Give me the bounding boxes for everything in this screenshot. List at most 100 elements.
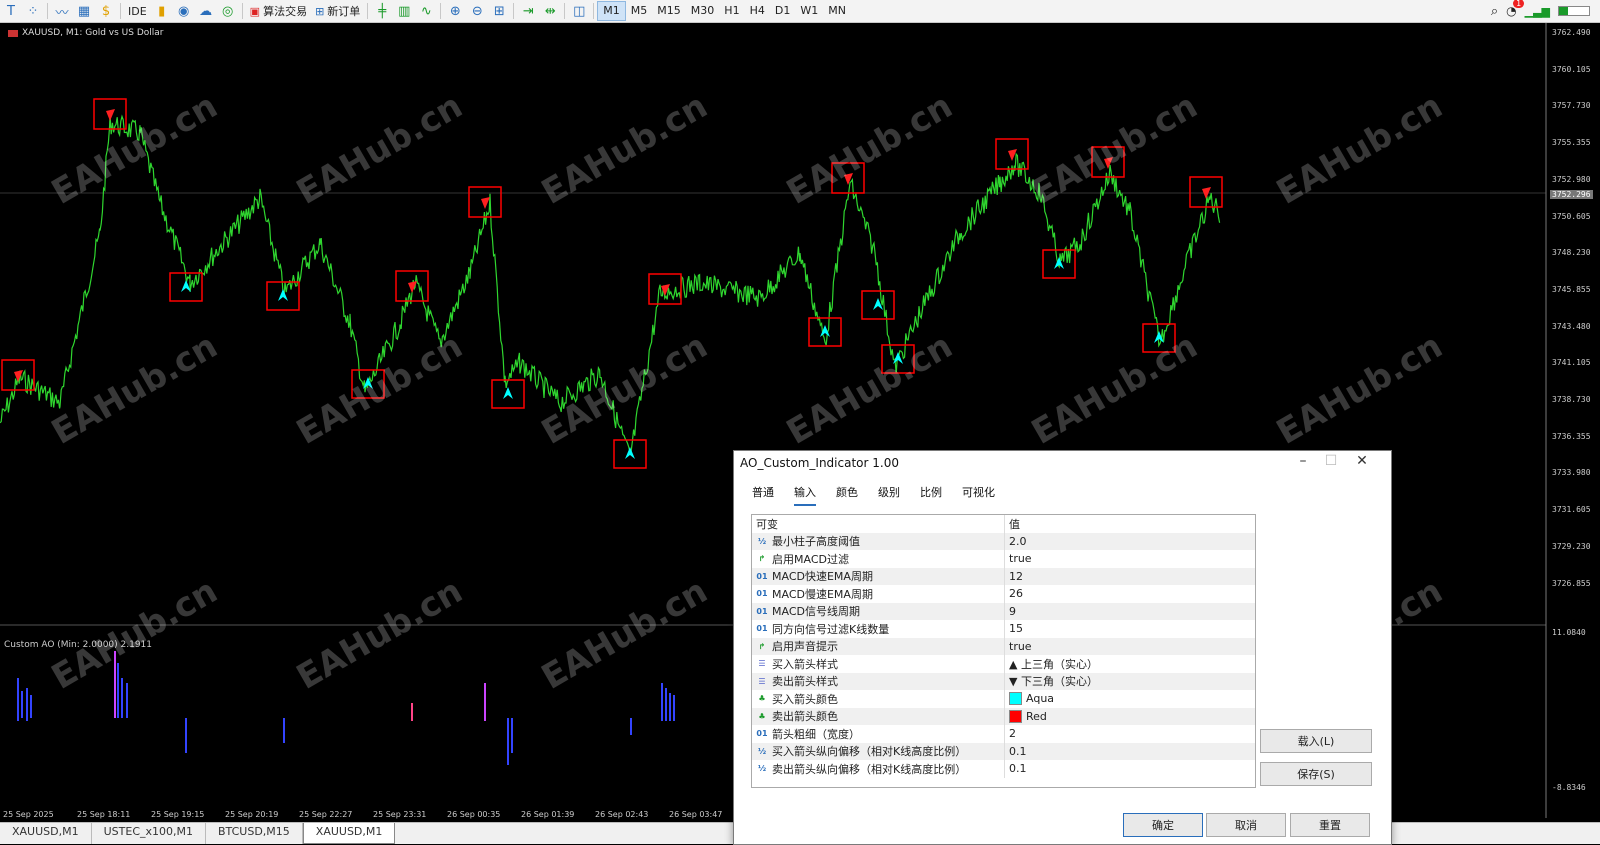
grid-icon[interactable]: ⊞ [488,1,510,21]
reset-button[interactable]: 重置 [1290,813,1370,837]
timeframe-group: M1 M5 M15 M30 H1 H4 D1 W1 MN [597,1,851,21]
param-value-cell[interactable]: 0.1 [1005,743,1255,761]
param-row[interactable]: ½ 卖出箭头纵向偏移（相对K线高度比例） 0.1 [752,760,1255,778]
price-tick-label: 3743.480 [1552,321,1591,331]
param-row[interactable]: 01 箭头粗细（宽度） 2 [752,725,1255,743]
param-value-cell[interactable]: 26 [1005,585,1255,603]
chart-type-icon[interactable]: ▦ [73,1,95,21]
maximize-icon[interactable]: ☐ [1317,453,1345,469]
text-tool-icon[interactable]: T [0,1,22,21]
symbol-tab[interactable]: XAUUSD,M1 [302,823,396,844]
timeframe-m30[interactable]: M30 [686,2,720,20]
load-button[interactable]: 载入(L) [1260,729,1372,753]
param-row[interactable]: 01 同方向信号过滤K线数量 15 [752,620,1255,638]
timeframe-h4[interactable]: H4 [745,2,770,20]
param-row[interactable]: ½ 买入箭头纵向偏移（相对K线高度比例） 0.1 [752,742,1255,761]
param-name: 箭头粗细（宽度） [772,727,860,741]
time-tick-label: 25 Sep 22:27 [299,810,353,819]
param-row[interactable]: ½ 最小柱子高度阈值 2.0 [752,532,1255,551]
timeframe-d1[interactable]: D1 [770,2,795,20]
param-value-cell[interactable]: true [1005,550,1255,568]
dialog-tab[interactable]: 比例 [920,484,942,506]
param-row[interactable]: ♣ 卖出箭头颜色 Red [752,707,1255,726]
param-row[interactable]: ↱ 启用MACD过滤 true [752,550,1255,568]
time-tick-label: 26 Sep 01:39 [521,810,575,819]
flag-icon [8,29,18,37]
param-row[interactable]: 01 MACD快速EMA周期 12 [752,567,1255,586]
param-value-cell[interactable]: 2.0 [1005,533,1255,551]
param-value-cell[interactable]: Red [1005,708,1255,726]
timeframe-h1[interactable]: H1 [719,2,744,20]
ide-label: IDE [128,4,147,18]
candlestick-icon[interactable]: ▥ [393,1,415,21]
dialog-tab[interactable]: 可视化 [962,484,995,506]
timeframe-mn[interactable]: MN [823,2,851,20]
zoom-out-icon[interactable]: ⊖ [466,1,488,21]
param-name-cell: ↱ 启用MACD过滤 [752,550,1005,568]
param-row[interactable]: ♣ 买入箭头颜色 Aqua [752,690,1255,708]
indicators-icon[interactable]: 〰 [51,1,73,21]
param-value: 26 [1009,587,1023,601]
vps-icon[interactable]: ◎ [217,1,239,21]
save-button[interactable]: 保存(S) [1260,762,1372,786]
notification-icon[interactable]: ◔ 1 [1506,0,1525,18]
buy-arrow-icon [503,387,513,399]
autoscroll-icon[interactable]: ⇥ [517,1,539,21]
param-row[interactable]: ☰ 买入箭头样式 ▲ 上三角（实心） [752,655,1255,673]
param-value-cell[interactable]: ▼ 下三角（实心） [1005,673,1255,691]
param-name: 买入箭头纵向偏移（相对K线高度比例） [772,745,967,759]
param-name: 同方向信号过滤K线数量 [772,622,890,636]
signal-icon[interactable]: ◉ [173,1,195,21]
timeframe-w1[interactable]: W1 [795,2,823,20]
bar-chart-icon[interactable]: ╪ [371,1,393,21]
int-type-icon: 01 [756,606,768,616]
time-tick-label: 25 Sep 18:11 [77,810,131,819]
timeframe-m1[interactable]: M1 [597,1,626,21]
dialog-tab[interactable]: 颜色 [836,484,858,506]
close-icon[interactable]: ✕ [1348,453,1376,469]
minimize-icon[interactable]: – [1289,453,1317,469]
dialog-tab[interactable]: 级别 [878,484,900,506]
new-order-button[interactable]: ⊞ 新订单 [311,1,364,21]
color-swatch [1009,692,1022,706]
zoom-in-icon[interactable]: ⊕ [444,1,466,21]
timeframe-m15[interactable]: M15 [652,2,686,20]
param-value-cell[interactable]: ▲ 上三角（实心） [1005,655,1255,673]
toolbar-divider [367,3,369,19]
param-value-cell[interactable]: true [1005,638,1255,656]
price-tick-label: 3736.355 [1552,431,1591,441]
dialog-tab[interactable]: 输入 [794,484,816,506]
param-value-cell[interactable]: 12 [1005,568,1255,586]
cancel-button[interactable]: 取消 [1206,813,1286,837]
param-value-cell[interactable]: 0.1 [1005,760,1255,778]
symbol-tab[interactable]: USTEC_x100,M1 [92,823,206,844]
ide-button[interactable]: IDE [124,1,151,21]
screenshot-icon[interactable]: ◫ [568,1,590,21]
dialog-tab[interactable]: 普通 [752,484,774,506]
search-icon[interactable]: ⌕ [1491,4,1498,19]
param-value-cell[interactable]: Aqua [1005,690,1255,708]
ok-button[interactable]: 确定 [1123,813,1203,837]
param-row[interactable]: ☰ 卖出箭头样式 ▼ 下三角（实心） [752,672,1255,691]
dollar-icon[interactable]: $ [95,1,117,21]
sell-arrow-icon [1104,157,1113,169]
briefcase-icon[interactable]: ▮ [151,1,173,21]
param-row[interactable]: 01 MACD慢速EMA周期 26 [752,585,1255,603]
param-row[interactable]: 01 MACD信号线周期 9 [752,602,1255,621]
objects-icon[interactable]: ⁘ [22,1,44,21]
cloud-icon[interactable]: ☁ [195,1,217,21]
symbol-tab[interactable]: BTCUSD,M15 [206,823,303,844]
price-series [0,113,1221,455]
chart-shift-icon[interactable]: ⇹ [539,1,561,21]
timeframe-m5[interactable]: M5 [626,2,653,20]
param-value-cell[interactable]: 9 [1005,603,1255,621]
main-toolbar: T ⁘ 〰 ▦ $ IDE ▮ ◉ ☁ ◎ ▣ 算法交易 ⊞ 新订单 ╪ ▥ ∿… [0,0,1600,23]
algo-trading-button[interactable]: ▣ 算法交易 [246,1,311,21]
param-value-cell[interactable]: 15 [1005,620,1255,638]
signal-strength-icon: ▁▃▆ [1524,4,1550,18]
connection-bar [1558,6,1590,16]
symbol-tab[interactable]: XAUUSD,M1 [0,823,92,844]
line-chart-icon[interactable]: ∿ [415,1,437,21]
param-value-cell[interactable]: 2 [1005,725,1255,743]
param-row[interactable]: ↱ 启用声音提示 true [752,637,1255,656]
